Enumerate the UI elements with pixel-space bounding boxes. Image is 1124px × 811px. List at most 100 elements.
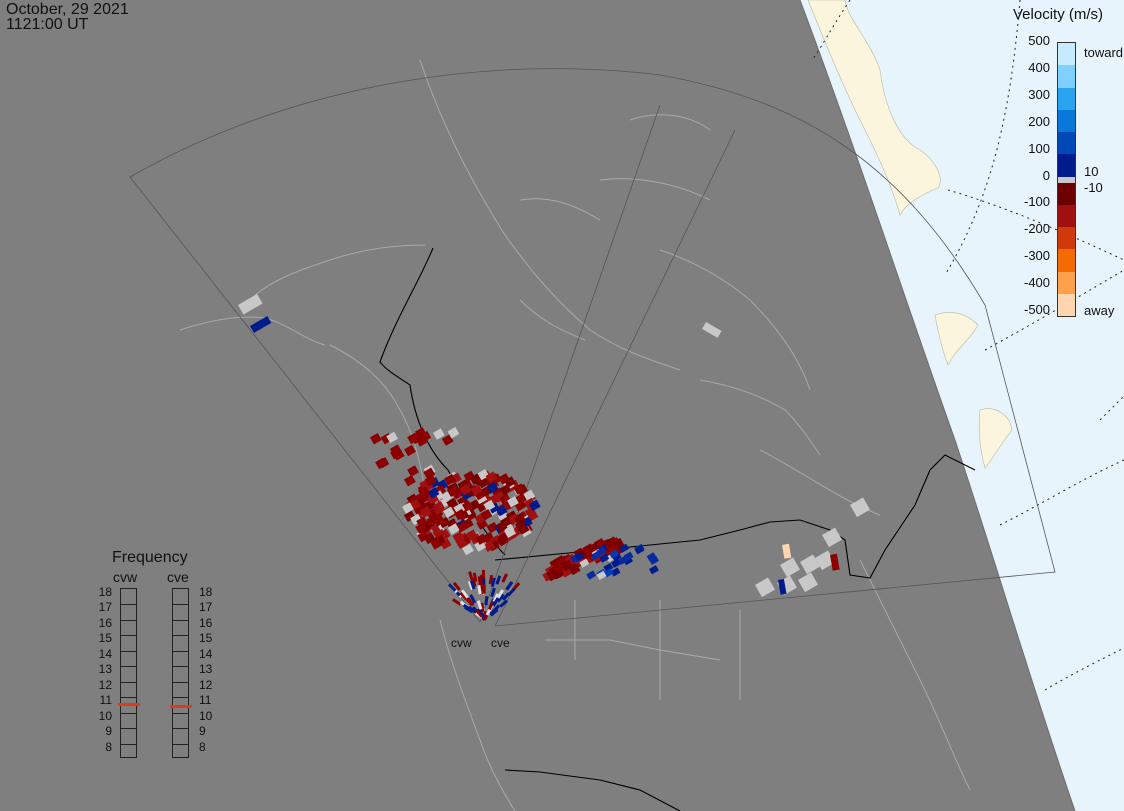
frequency-gauge-tick [121, 666, 136, 668]
scatter-cell [798, 572, 818, 593]
frequency-scale-label: 17 [98, 600, 112, 615]
colorbar-segment [1058, 249, 1075, 272]
frequency-gauge-tick [121, 604, 136, 606]
scatter-cell [499, 599, 509, 608]
colorbar-segment [1058, 227, 1075, 250]
plot-time: 1121:00 UT [6, 16, 89, 33]
frequency-scale-label: 14 [98, 646, 112, 661]
frequency-scale-label: 9 [105, 724, 112, 739]
scatter-cell [495, 575, 502, 585]
colorbar-negative-threshold: -10 [1084, 180, 1103, 195]
colorbar-tick-label: 200 [1028, 113, 1050, 129]
frequency-scale-label: 11 [99, 693, 112, 708]
scatter-cell [755, 577, 775, 598]
colorbar-tick-label: 400 [1028, 59, 1050, 75]
frequency-scale-label: 9 [199, 724, 206, 739]
frequency-gauge-tick [121, 681, 136, 683]
colorbar-title: Velocity (m/s) [1013, 6, 1104, 23]
frequency-gauge-cve [170, 588, 192, 758]
colorbar-segment [1058, 109, 1075, 132]
frequency-radar-cvw: cvw [113, 569, 138, 585]
frequency-gauge-tick [173, 728, 188, 730]
scatter-cell [481, 569, 486, 579]
frequency-scale-label: 13 [199, 662, 213, 677]
map-canvas [129, 0, 1124, 811]
colorbar-tick-label: -500 [1024, 302, 1051, 317]
frequency-gauge-tick [121, 650, 136, 652]
frequency-scale-label: 10 [98, 708, 112, 723]
country-borders [379, 247, 976, 811]
scatter-cell [505, 581, 514, 591]
frequency-scale-label: 14 [199, 646, 213, 661]
frequency-scale-label: 11 [199, 693, 212, 708]
frequency-gauge-tick [173, 666, 188, 668]
frequency-gauge-tick [121, 712, 136, 714]
scatter-cell [501, 573, 508, 583]
colorbar-segment [1058, 271, 1075, 294]
frequency-gauge-tick [173, 619, 188, 621]
frequency-scale-label: 16 [98, 615, 112, 630]
frequency-scale-label: 12 [98, 677, 112, 692]
scatter-cell [850, 497, 870, 518]
frequency-gauge-tick [173, 743, 188, 745]
frequency-marker [118, 703, 140, 707]
frequency-scale-label: 16 [199, 615, 213, 630]
scatter-cell [829, 553, 840, 571]
frequency-scale-label: 18 [98, 585, 112, 599]
frequency-scale-label: 8 [199, 739, 206, 754]
frequency-gauge-tick [121, 743, 136, 745]
frequency-scale-label: 13 [98, 662, 112, 677]
scatter-cell [782, 543, 792, 559]
frequency-scale-label: 10 [199, 708, 213, 723]
scatter-cell [468, 571, 474, 581]
colorbar-tick-label: 100 [1028, 140, 1050, 156]
scatter-cell [780, 557, 800, 578]
frequency-gauge-tick [173, 697, 188, 699]
colorbar-tick-label: -300 [1024, 248, 1051, 264]
colorbar-segment [1058, 204, 1075, 227]
colorbar-segment [1058, 182, 1075, 205]
scatter-cell [249, 316, 272, 333]
colorbar-segment [1058, 132, 1075, 155]
frequency-radar-cve: cve [167, 569, 189, 585]
frequency-gauge-tick [121, 635, 136, 637]
frequency-scale-label: 8 [105, 739, 112, 754]
scatter-cell [648, 565, 659, 575]
colorbar-tick-label: -200 [1024, 221, 1051, 237]
frequency-gauge-tick [173, 635, 188, 637]
colorbar-tick-label: 0 [1042, 167, 1050, 183]
scatter-cell [369, 433, 382, 445]
frequency-title: Frequency [112, 549, 188, 566]
frequency-gauge-tick [173, 681, 188, 683]
plot-date-time: October, 29 2021 1121:00 UT [6, 2, 129, 33]
frequency-gauge-tick [121, 697, 136, 699]
colorbar-segment [1058, 293, 1075, 316]
frequency-gauge-tick [121, 619, 136, 621]
colorbar-segment [1058, 154, 1075, 177]
radar-site-label-cve: cve [491, 636, 510, 650]
colorbar-segment [1058, 87, 1075, 110]
velocity-colorbar [1057, 42, 1076, 317]
colorbar-tick-label: -400 [1024, 275, 1051, 291]
scatter-cell [702, 321, 722, 338]
colorbar-tick-label: 300 [1028, 86, 1050, 102]
scatter-cell [586, 570, 597, 580]
frequency-scale-label: 12 [199, 677, 213, 692]
frequency-scale-label: 15 [98, 631, 112, 646]
velocity-scatter [237, 294, 870, 621]
colorbar-segment [1058, 65, 1075, 88]
colorbar-away-label: away [1084, 303, 1115, 318]
scatter-cell [452, 598, 462, 606]
frequency-gauge-tick [121, 728, 136, 730]
scatter-cell [407, 465, 419, 477]
coastlines [179, 59, 971, 811]
scatter-cell [822, 527, 842, 548]
frequency-gauge-cvw [118, 588, 140, 758]
frequency-gauge-tick [173, 604, 188, 606]
scatter-cell [484, 596, 489, 606]
colorbar-tick-label: -100 [1024, 194, 1051, 210]
colorbar-positive-threshold: 10 [1084, 164, 1099, 179]
radar-site-label-cvw: cvw [451, 636, 472, 650]
frequency-scale-label: 15 [199, 631, 213, 646]
scatter-cell [432, 428, 445, 440]
